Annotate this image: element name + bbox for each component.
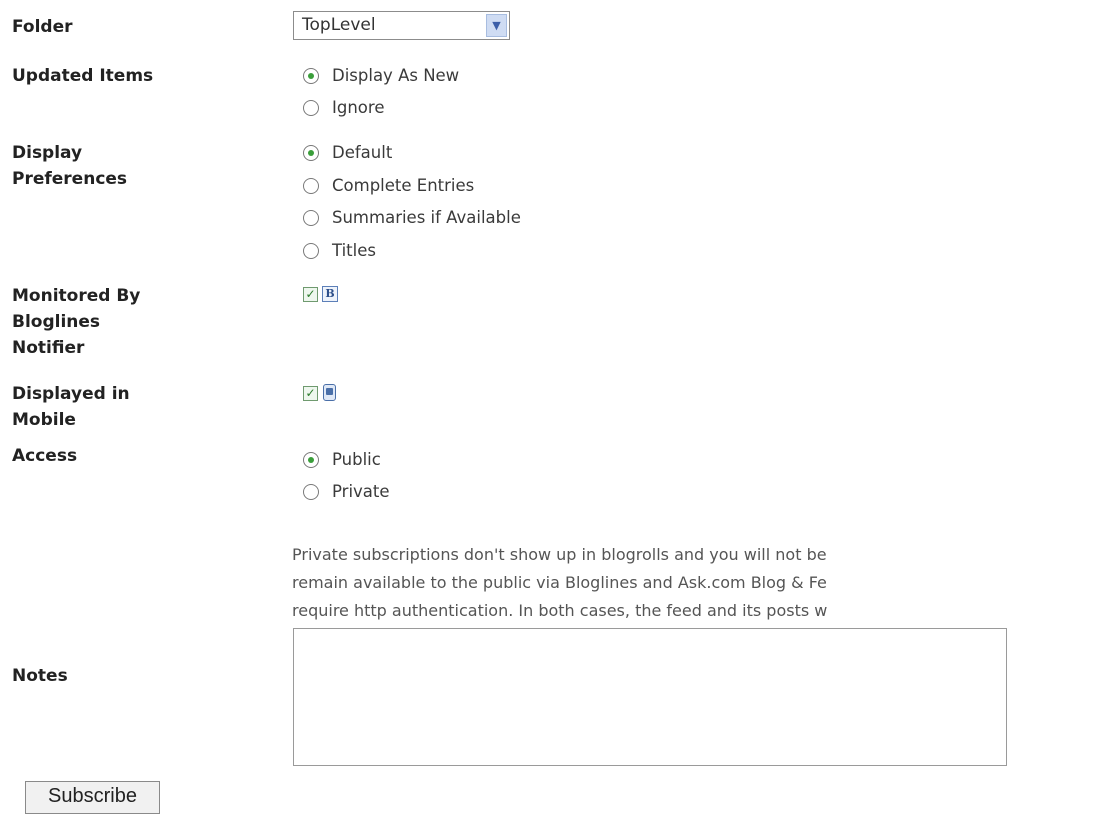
option-label: Default <box>332 143 393 162</box>
access-label: Access <box>12 446 78 466</box>
access-note: Private subscriptions don't show up in b… <box>292 545 828 620</box>
monitored-checkbox[interactable]: ✓ <box>303 287 318 302</box>
option-label: Public <box>332 450 381 469</box>
folder-label: Folder <box>12 17 73 37</box>
radio-private[interactable] <box>303 483 319 500</box>
mobile-checkbox[interactable]: ✓ <box>303 386 318 401</box>
option-label: Ignore <box>332 98 385 117</box>
option-label: Private <box>332 482 390 501</box>
option-label: Display As New <box>332 66 460 85</box>
radio-titles[interactable] <box>303 242 319 259</box>
mobile-label: Displayed in Mobile <box>12 384 130 430</box>
access-option-public[interactable]: Public <box>303 450 381 469</box>
radio-default[interactable] <box>303 144 319 161</box>
display-pref-option-default[interactable]: Default <box>303 143 392 162</box>
updated-items-option-display-as-new[interactable]: Display As New <box>303 66 459 85</box>
option-label: Complete Entries <box>332 176 475 195</box>
subscribe-button[interactable]: Subscribe <box>25 781 160 814</box>
display-pref-option-titles[interactable]: Titles <box>303 241 376 260</box>
radio-ignore[interactable] <box>303 99 319 116</box>
radio-public[interactable] <box>303 451 319 468</box>
chevron-down-icon[interactable]: ▼ <box>486 14 507 37</box>
option-label: Titles <box>332 241 376 260</box>
radio-display-as-new[interactable] <box>303 67 319 84</box>
radio-summaries[interactable] <box>303 209 319 226</box>
access-option-private[interactable]: Private <box>303 482 390 501</box>
display-pref-option-complete-entries[interactable]: Complete Entries <box>303 176 474 195</box>
bloglines-notifier-icon: B <box>322 286 338 302</box>
option-label: Summaries if Available <box>332 208 521 227</box>
mobile-phone-icon <box>323 384 336 401</box>
display-preferences-label: Display Preferences <box>12 143 128 189</box>
folder-select-value: TopLevel <box>302 15 376 35</box>
display-pref-option-summaries[interactable]: Summaries if Available <box>303 208 521 227</box>
folder-select[interactable]: TopLevel ▼ <box>293 11 510 40</box>
notes-label: Notes <box>12 666 68 686</box>
updated-items-label: Updated Items <box>12 66 154 86</box>
notes-textarea[interactable] <box>293 628 1007 766</box>
radio-complete-entries[interactable] <box>303 177 319 194</box>
monitored-label: Monitored By Bloglines Notifier <box>12 286 141 358</box>
updated-items-option-ignore[interactable]: Ignore <box>303 98 384 117</box>
